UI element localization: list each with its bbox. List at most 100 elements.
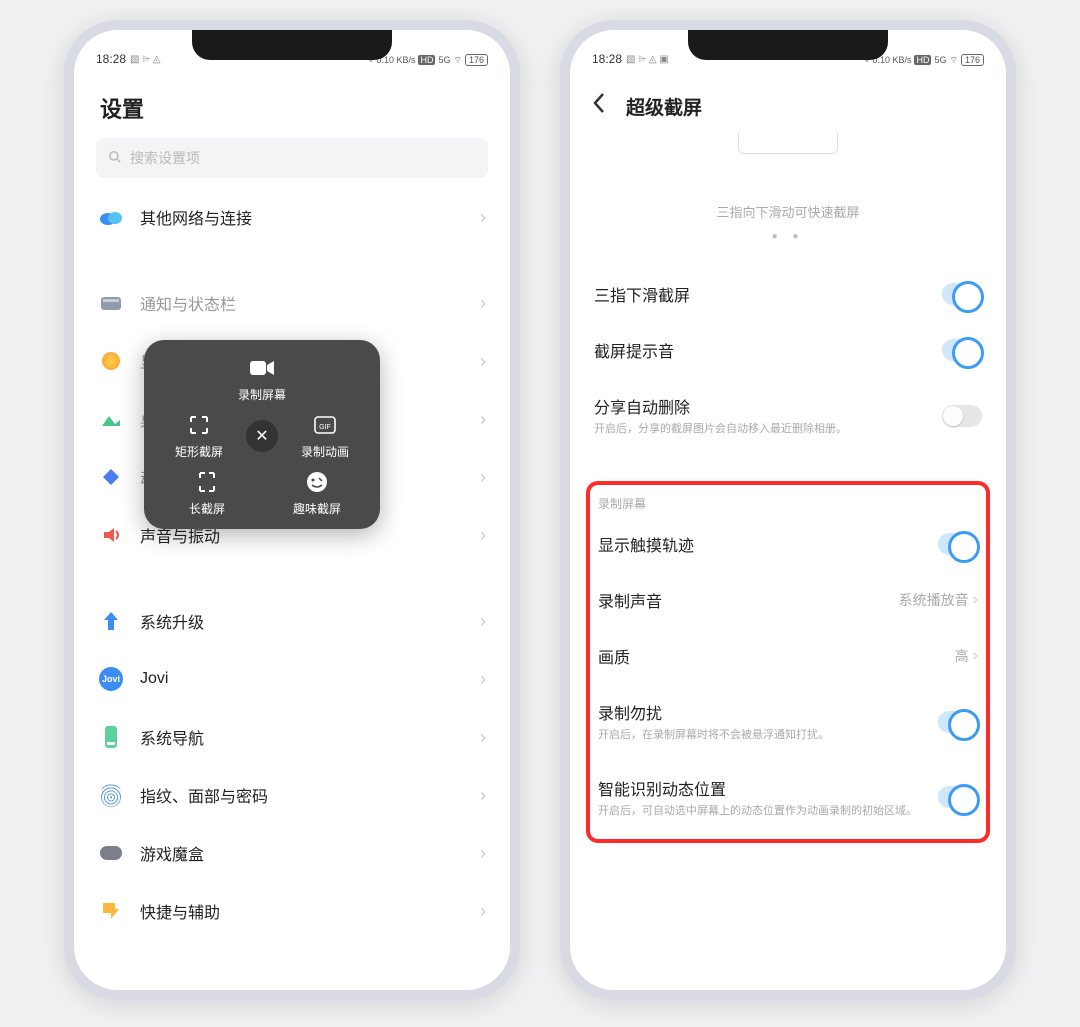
chevron-right-icon: ›: [480, 669, 486, 690]
row-nav[interactable]: 系统导航 ›: [96, 708, 488, 766]
row-fingerprint[interactable]: 指纹、面部与密码 ›: [96, 766, 488, 824]
chevron-right-icon: ›: [480, 785, 486, 806]
row-label: 通知与状态栏: [140, 291, 464, 315]
popup-label: 录制动画: [301, 443, 349, 460]
row-label: 画质: [598, 644, 945, 668]
notch: [192, 30, 392, 60]
chevron-right-icon: ›: [480, 901, 486, 922]
row-jovi[interactable]: Jovi Jovi ›: [96, 650, 488, 708]
chevron-right-icon: ›: [480, 843, 486, 864]
row-quality[interactable]: 画质 高 ›: [596, 628, 980, 684]
popup-gif[interactable]: GIF 录制动画: [290, 411, 360, 460]
gif-icon: GIF: [311, 411, 339, 439]
game-icon: [98, 840, 124, 866]
row-auto-delete[interactable]: 分享自动删除 开启后，分享的截屏图片会自动移入最近删除相册。: [592, 378, 984, 453]
popup-label: 录制屏幕: [238, 386, 286, 403]
svg-text:GIF: GIF: [319, 424, 331, 431]
row-label: 其他网络与连接: [140, 205, 464, 229]
row-label: 显示触摸轨迹: [598, 532, 928, 556]
up-icon: [98, 608, 124, 634]
status-icons-left: ▧ ⌲ ◬ ▣: [626, 54, 669, 65]
chevron-right-icon: ›: [973, 647, 978, 665]
row-label: Jovi: [140, 670, 464, 688]
chevron-right-icon: ›: [480, 525, 486, 546]
settings-screen: 设置 搜索设置项 其他网络与连接 › 通知与状态栏 › 显示与亮度 › 桌面、锁…: [74, 68, 510, 990]
toggle-touch-trail[interactable]: [938, 533, 978, 555]
page-title: 设置: [96, 78, 488, 138]
toggle-auto-delete[interactable]: [942, 405, 982, 427]
row-value: 系统播放音: [899, 590, 969, 610]
hd-icon: HD: [418, 55, 435, 65]
row-sub: 开启后，可自动选中屏幕上的动态位置作为动画录制的初始区域。: [598, 804, 928, 819]
image-icon: [98, 406, 124, 432]
row-smart-detect[interactable]: 智能识别动态位置 开启后，可自动选中屏幕上的动态位置作为动画录制的初始区域。: [596, 760, 980, 835]
close-icon: ✕: [255, 426, 268, 446]
popup-rect[interactable]: 矩形截屏: [164, 411, 234, 460]
access-icon: [98, 898, 124, 924]
row-three-finger[interactable]: 三指下滑截屏: [592, 266, 984, 322]
long-icon: [193, 468, 221, 496]
row-sub: 开启后，在录制屏幕时将不会被悬浮通知打扰。: [598, 728, 928, 743]
crop-icon: [185, 411, 213, 439]
popup-label: 长截屏: [189, 500, 225, 517]
row-sub: 开启后，分享的截屏图片会自动移入最近删除相册。: [594, 422, 932, 437]
row-notification[interactable]: 通知与状态栏 ›: [96, 274, 488, 332]
popup-label: 趣味截屏: [293, 500, 341, 517]
status-time: 18:28: [592, 52, 622, 66]
row-dnd[interactable]: 录制勿扰 开启后，在录制屏幕时将不会被悬浮通知打扰。: [596, 684, 980, 759]
row-label: 分享自动删除: [594, 394, 932, 418]
row-label: 三指下滑截屏: [594, 282, 932, 306]
sun-icon: [98, 348, 124, 374]
screenshot-popup: 录制屏幕 矩形截屏 ✕ GIF 录制动画 长截屏: [144, 340, 380, 529]
row-label: 录制勿扰: [598, 700, 928, 724]
toggle-three-finger[interactable]: [942, 283, 982, 305]
popup-close[interactable]: ✕: [246, 420, 278, 452]
jovi-icon: Jovi: [98, 666, 124, 692]
nav-icon: [98, 724, 124, 750]
speaker-icon: [98, 522, 124, 548]
row-record-audio[interactable]: 录制声音 系统播放音 ›: [596, 572, 980, 628]
hd-icon: HD: [914, 55, 931, 65]
row-label: 快捷与辅助: [140, 899, 464, 923]
row-other-network[interactable]: 其他网络与连接 ›: [96, 188, 488, 246]
row-update[interactable]: 系统升级 ›: [96, 592, 488, 650]
diamond-icon: [98, 464, 124, 490]
popup-record[interactable]: 录制屏幕: [227, 354, 297, 403]
toggle-shot-sound[interactable]: [942, 339, 982, 361]
row-game[interactable]: 游戏魔盒 ›: [96, 824, 488, 882]
finger-icon: [98, 782, 124, 808]
chevron-right-icon: ›: [480, 409, 486, 430]
status-icons-left: ▧ ⌲ ◬: [130, 54, 161, 65]
row-label: 智能识别动态位置: [598, 776, 928, 800]
network-label: 5G: [934, 55, 946, 65]
chevron-right-icon: ›: [480, 467, 486, 488]
wifi-icon: ⌔: [454, 55, 462, 66]
search-input[interactable]: 搜索设置项: [96, 138, 488, 178]
back-button[interactable]: [592, 92, 612, 120]
hint-text: 三指向下滑动可快速截屏: [592, 202, 984, 221]
row-shot-sound[interactable]: 截屏提示音: [592, 322, 984, 378]
row-label: 截屏提示音: [594, 338, 932, 362]
row-label: 系统导航: [140, 725, 464, 749]
popup-long[interactable]: 长截屏: [172, 468, 242, 517]
network-label: 5G: [438, 55, 450, 65]
chevron-right-icon: ›: [480, 727, 486, 748]
toggle-smart-detect[interactable]: [938, 786, 978, 808]
section-label: 录制屏幕: [596, 487, 980, 516]
row-touch-trail[interactable]: 显示触摸轨迹: [596, 516, 980, 572]
row-value: 高: [955, 646, 969, 666]
preview-thumb: [738, 130, 838, 154]
popup-label: 矩形截屏: [175, 443, 223, 460]
super-screenshot-screen: 超级截屏 三指向下滑动可快速截屏 ● ● 三指下滑截屏 截屏提示音 分享自动删除…: [570, 68, 1006, 990]
search-icon: [108, 150, 122, 167]
video-icon: [248, 354, 276, 382]
toggle-dnd[interactable]: [938, 711, 978, 733]
row-accessibility[interactable]: 快捷与辅助 ›: [96, 882, 488, 940]
chevron-right-icon: ›: [480, 611, 486, 632]
wifi-icon: ⌔: [950, 55, 958, 66]
row-label: 系统升级: [140, 609, 464, 633]
row-label: 游戏魔盒: [140, 841, 464, 865]
popup-fun[interactable]: 趣味截屏: [282, 468, 352, 517]
status-time: 18:28: [96, 52, 126, 66]
page-dots[interactable]: ● ●: [592, 231, 984, 242]
